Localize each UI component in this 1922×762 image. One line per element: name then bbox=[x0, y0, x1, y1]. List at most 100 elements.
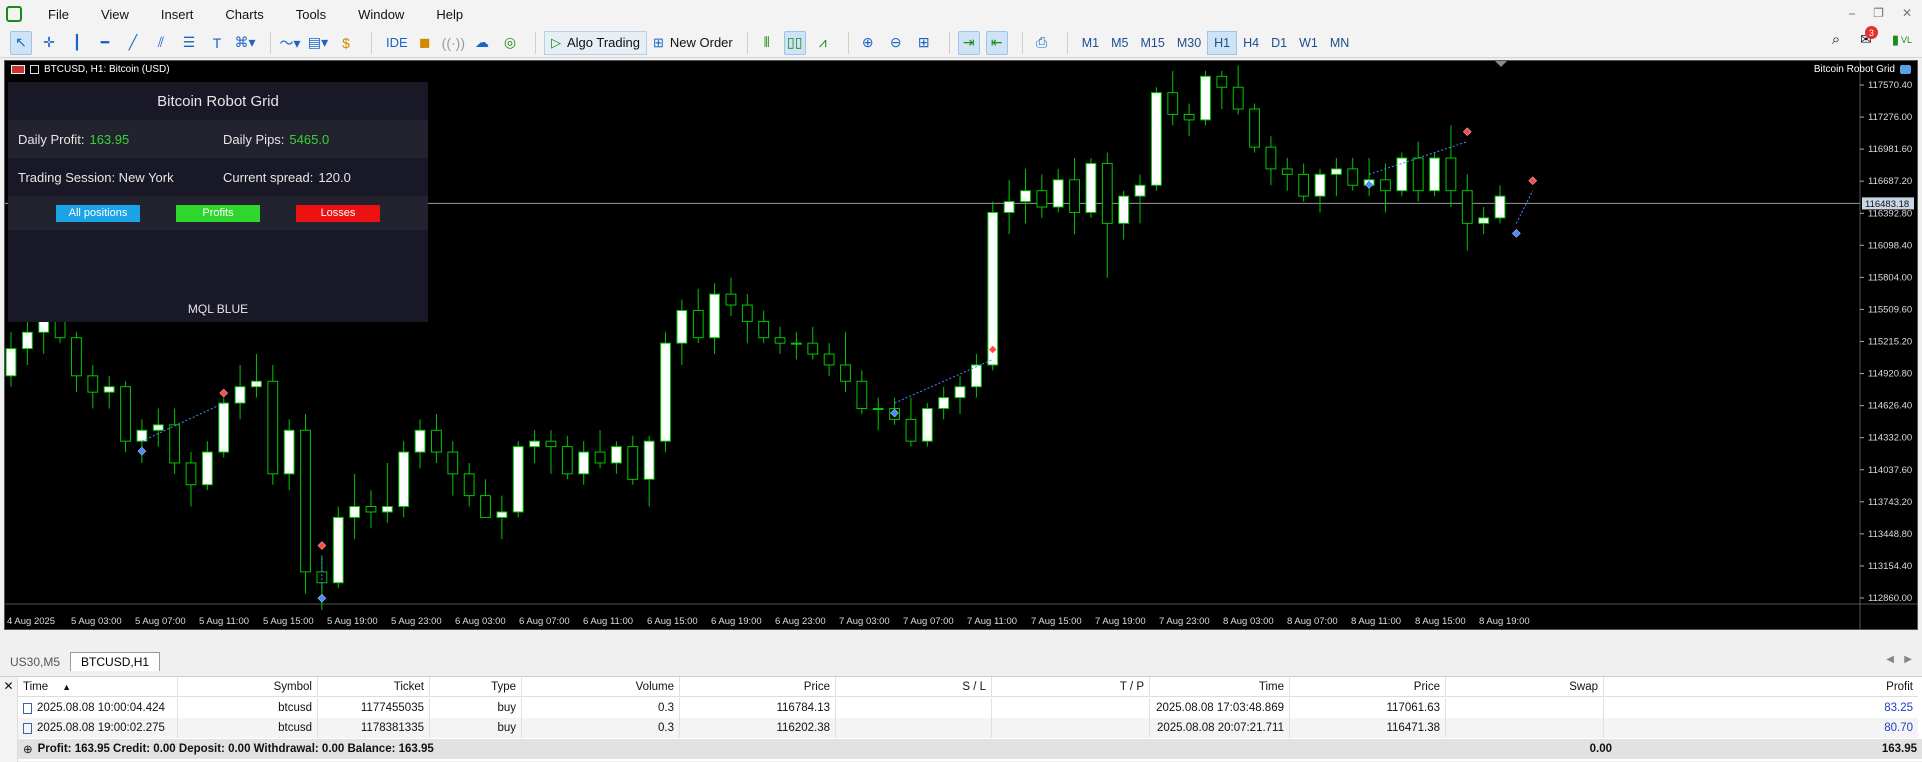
candle-body bbox=[1167, 92, 1179, 115]
brand-label: MQL BLUE bbox=[187, 302, 249, 316]
menu-file[interactable]: File bbox=[32, 7, 85, 22]
chart-shift-marker bbox=[1495, 61, 1507, 67]
indicators-icon[interactable]: 〜▾ bbox=[279, 31, 301, 55]
y-tick-label: 113448.80 bbox=[1868, 529, 1912, 540]
timeframe-m1[interactable]: M1 bbox=[1076, 31, 1105, 55]
tab-us30-m5[interactable]: US30,M5 bbox=[0, 652, 70, 671]
candle-body bbox=[561, 446, 573, 475]
candle-body bbox=[1216, 75, 1228, 88]
signals-icon[interactable]: $ bbox=[335, 31, 357, 55]
trendline-icon[interactable]: ╱ bbox=[122, 31, 144, 55]
candle-body bbox=[21, 331, 33, 350]
y-tick-label: 114332.00 bbox=[1868, 433, 1912, 444]
col-symbol[interactable]: Symbol bbox=[178, 676, 318, 697]
y-tick-label: 114626.40 bbox=[1868, 401, 1912, 412]
shapes-icon[interactable]: ⌘▾ bbox=[234, 31, 256, 55]
ide-button[interactable]: IDE bbox=[380, 31, 414, 55]
table-row[interactable]: 2025.08.08 19:00:02.275 btcusd 117838133… bbox=[18, 718, 1918, 738]
timeframe-m30[interactable]: M30 bbox=[1171, 31, 1207, 55]
all-positions-button[interactable]: All positions bbox=[56, 204, 140, 222]
close-icon[interactable]: ✕ bbox=[1902, 6, 1912, 21]
col-tp[interactable]: T / P bbox=[992, 676, 1150, 697]
candle-body bbox=[692, 309, 704, 339]
copy-trading-icon[interactable]: ◎ bbox=[499, 31, 521, 55]
bar-chart-icon[interactable]: ⫴ bbox=[756, 31, 778, 55]
timeframe-mn[interactable]: MN bbox=[1324, 31, 1355, 55]
algo-trading-button[interactable]: ▷ Algo Trading bbox=[543, 30, 647, 55]
text-icon[interactable]: T bbox=[206, 31, 228, 55]
templates-icon[interactable]: ▤▾ bbox=[307, 31, 329, 55]
x-tick-label: 4 Aug 2025 bbox=[7, 616, 55, 627]
col-type[interactable]: Type bbox=[430, 676, 522, 697]
y-tick-label: 112860.00 bbox=[1868, 593, 1912, 604]
col-profit[interactable]: Profit bbox=[1604, 677, 1918, 697]
col-price[interactable]: Price bbox=[680, 676, 836, 697]
candle-body bbox=[431, 429, 442, 453]
expand-icon[interactable]: ⊕ bbox=[23, 742, 33, 756]
col-close-price[interactable]: Price bbox=[1290, 676, 1446, 697]
y-tick-label: 115215.20 bbox=[1868, 337, 1912, 348]
panel-row-session: Trading Session: New York Current spread… bbox=[8, 158, 428, 196]
x-tick-label: 6 Aug 07:00 bbox=[519, 616, 570, 627]
tab-scroll-right-icon[interactable]: ▶ bbox=[1904, 654, 1912, 665]
candle-body bbox=[463, 473, 475, 497]
minimize-icon[interactable]: ⎯ bbox=[1849, 6, 1855, 21]
col-time[interactable]: Time ▲ bbox=[18, 676, 178, 697]
menu-window[interactable]: Window bbox=[342, 7, 420, 22]
notifications-icon[interactable]: ✉ 3 bbox=[1860, 26, 1878, 48]
table-row[interactable]: 2025.08.08 10:00:04.424 btcusd 117745503… bbox=[18, 698, 1918, 718]
losses-button[interactable]: Losses bbox=[296, 204, 380, 222]
candle-body bbox=[1281, 168, 1293, 175]
toolbox-close-icon[interactable]: ✕ bbox=[0, 677, 18, 762]
candle-body bbox=[872, 408, 884, 411]
menu-tools[interactable]: Tools bbox=[280, 7, 342, 22]
y-tick-label: 116098.40 bbox=[1868, 240, 1912, 251]
chart-shift-icon[interactable]: ⇤ bbox=[985, 30, 1008, 55]
timeframe-w1[interactable]: W1 bbox=[1293, 31, 1324, 55]
col-close-time[interactable]: Time bbox=[1150, 676, 1290, 697]
zoom-out-icon[interactable]: ⊖ bbox=[885, 31, 907, 55]
col-ticket[interactable]: Ticket bbox=[318, 676, 430, 697]
search-icon[interactable]: ⌕ bbox=[1832, 31, 1840, 48]
candle-body bbox=[954, 386, 966, 399]
menu-charts[interactable]: Charts bbox=[209, 7, 279, 22]
tile-windows-icon[interactable]: ⊞ bbox=[913, 31, 935, 55]
tab-btcusd-h1[interactable]: BTCUSD,H1 bbox=[70, 652, 161, 671]
restore-icon[interactable]: ❐ bbox=[1873, 6, 1884, 21]
col-swap[interactable]: Swap bbox=[1446, 676, 1604, 697]
daily-pips-label: Daily Pips: bbox=[223, 131, 285, 147]
candlestick-icon[interactable]: ▯▯ bbox=[783, 30, 806, 55]
market-icon[interactable]: ◼ bbox=[414, 31, 436, 55]
col-volume[interactable]: Volume bbox=[522, 676, 680, 697]
timeframe-m15[interactable]: M15 bbox=[1135, 31, 1171, 55]
col-sl[interactable]: S / L bbox=[836, 676, 992, 697]
horizontal-line-icon[interactable]: ━ bbox=[94, 31, 116, 55]
x-tick-label: 6 Aug 03:00 bbox=[455, 616, 506, 627]
candle-body bbox=[1396, 157, 1408, 192]
new-order-button[interactable]: ⊞ New Order bbox=[647, 31, 739, 55]
autoscroll-icon[interactable]: ⇥ bbox=[957, 30, 980, 55]
fibonacci-icon[interactable]: ☰ bbox=[178, 31, 200, 55]
cursor-icon[interactable]: ↖ bbox=[10, 30, 32, 55]
vertical-line-icon[interactable]: ┃ bbox=[66, 31, 88, 55]
screenshot-icon[interactable]: ⎙ bbox=[1031, 31, 1053, 55]
chart-window[interactable]: 117570.40 117276.00 116981.60 116687.20 1163… bbox=[4, 60, 1918, 630]
line-chart-icon[interactable]: ⩘ bbox=[812, 31, 834, 55]
channel-icon[interactable]: ⫽ bbox=[150, 31, 172, 55]
candle-body bbox=[1069, 179, 1080, 213]
timeframe-h1[interactable]: H1 bbox=[1207, 30, 1238, 55]
menu-insert[interactable]: Insert bbox=[145, 7, 210, 22]
menu-view[interactable]: View bbox=[85, 7, 145, 22]
profits-button[interactable]: Profits bbox=[176, 204, 260, 222]
timeframe-m5[interactable]: M5 bbox=[1105, 31, 1134, 55]
vps-icon[interactable]: ((·)) bbox=[442, 31, 465, 55]
cloud-icon[interactable]: ☁ bbox=[471, 31, 493, 55]
signal-strength-icon[interactable]: ▮ VL bbox=[1892, 32, 1912, 48]
timeframe-h4[interactable]: H4 bbox=[1237, 31, 1265, 55]
crosshair-icon[interactable]: ✛ bbox=[38, 31, 60, 55]
menu-help[interactable]: Help bbox=[420, 7, 479, 22]
expert-advisor-label[interactable]: Bitcoin Robot Grid bbox=[1814, 64, 1911, 75]
zoom-in-icon[interactable]: ⊕ bbox=[857, 31, 879, 55]
tab-scroll-left-icon[interactable]: ◀ bbox=[1886, 654, 1894, 665]
timeframe-d1[interactable]: D1 bbox=[1265, 31, 1293, 55]
